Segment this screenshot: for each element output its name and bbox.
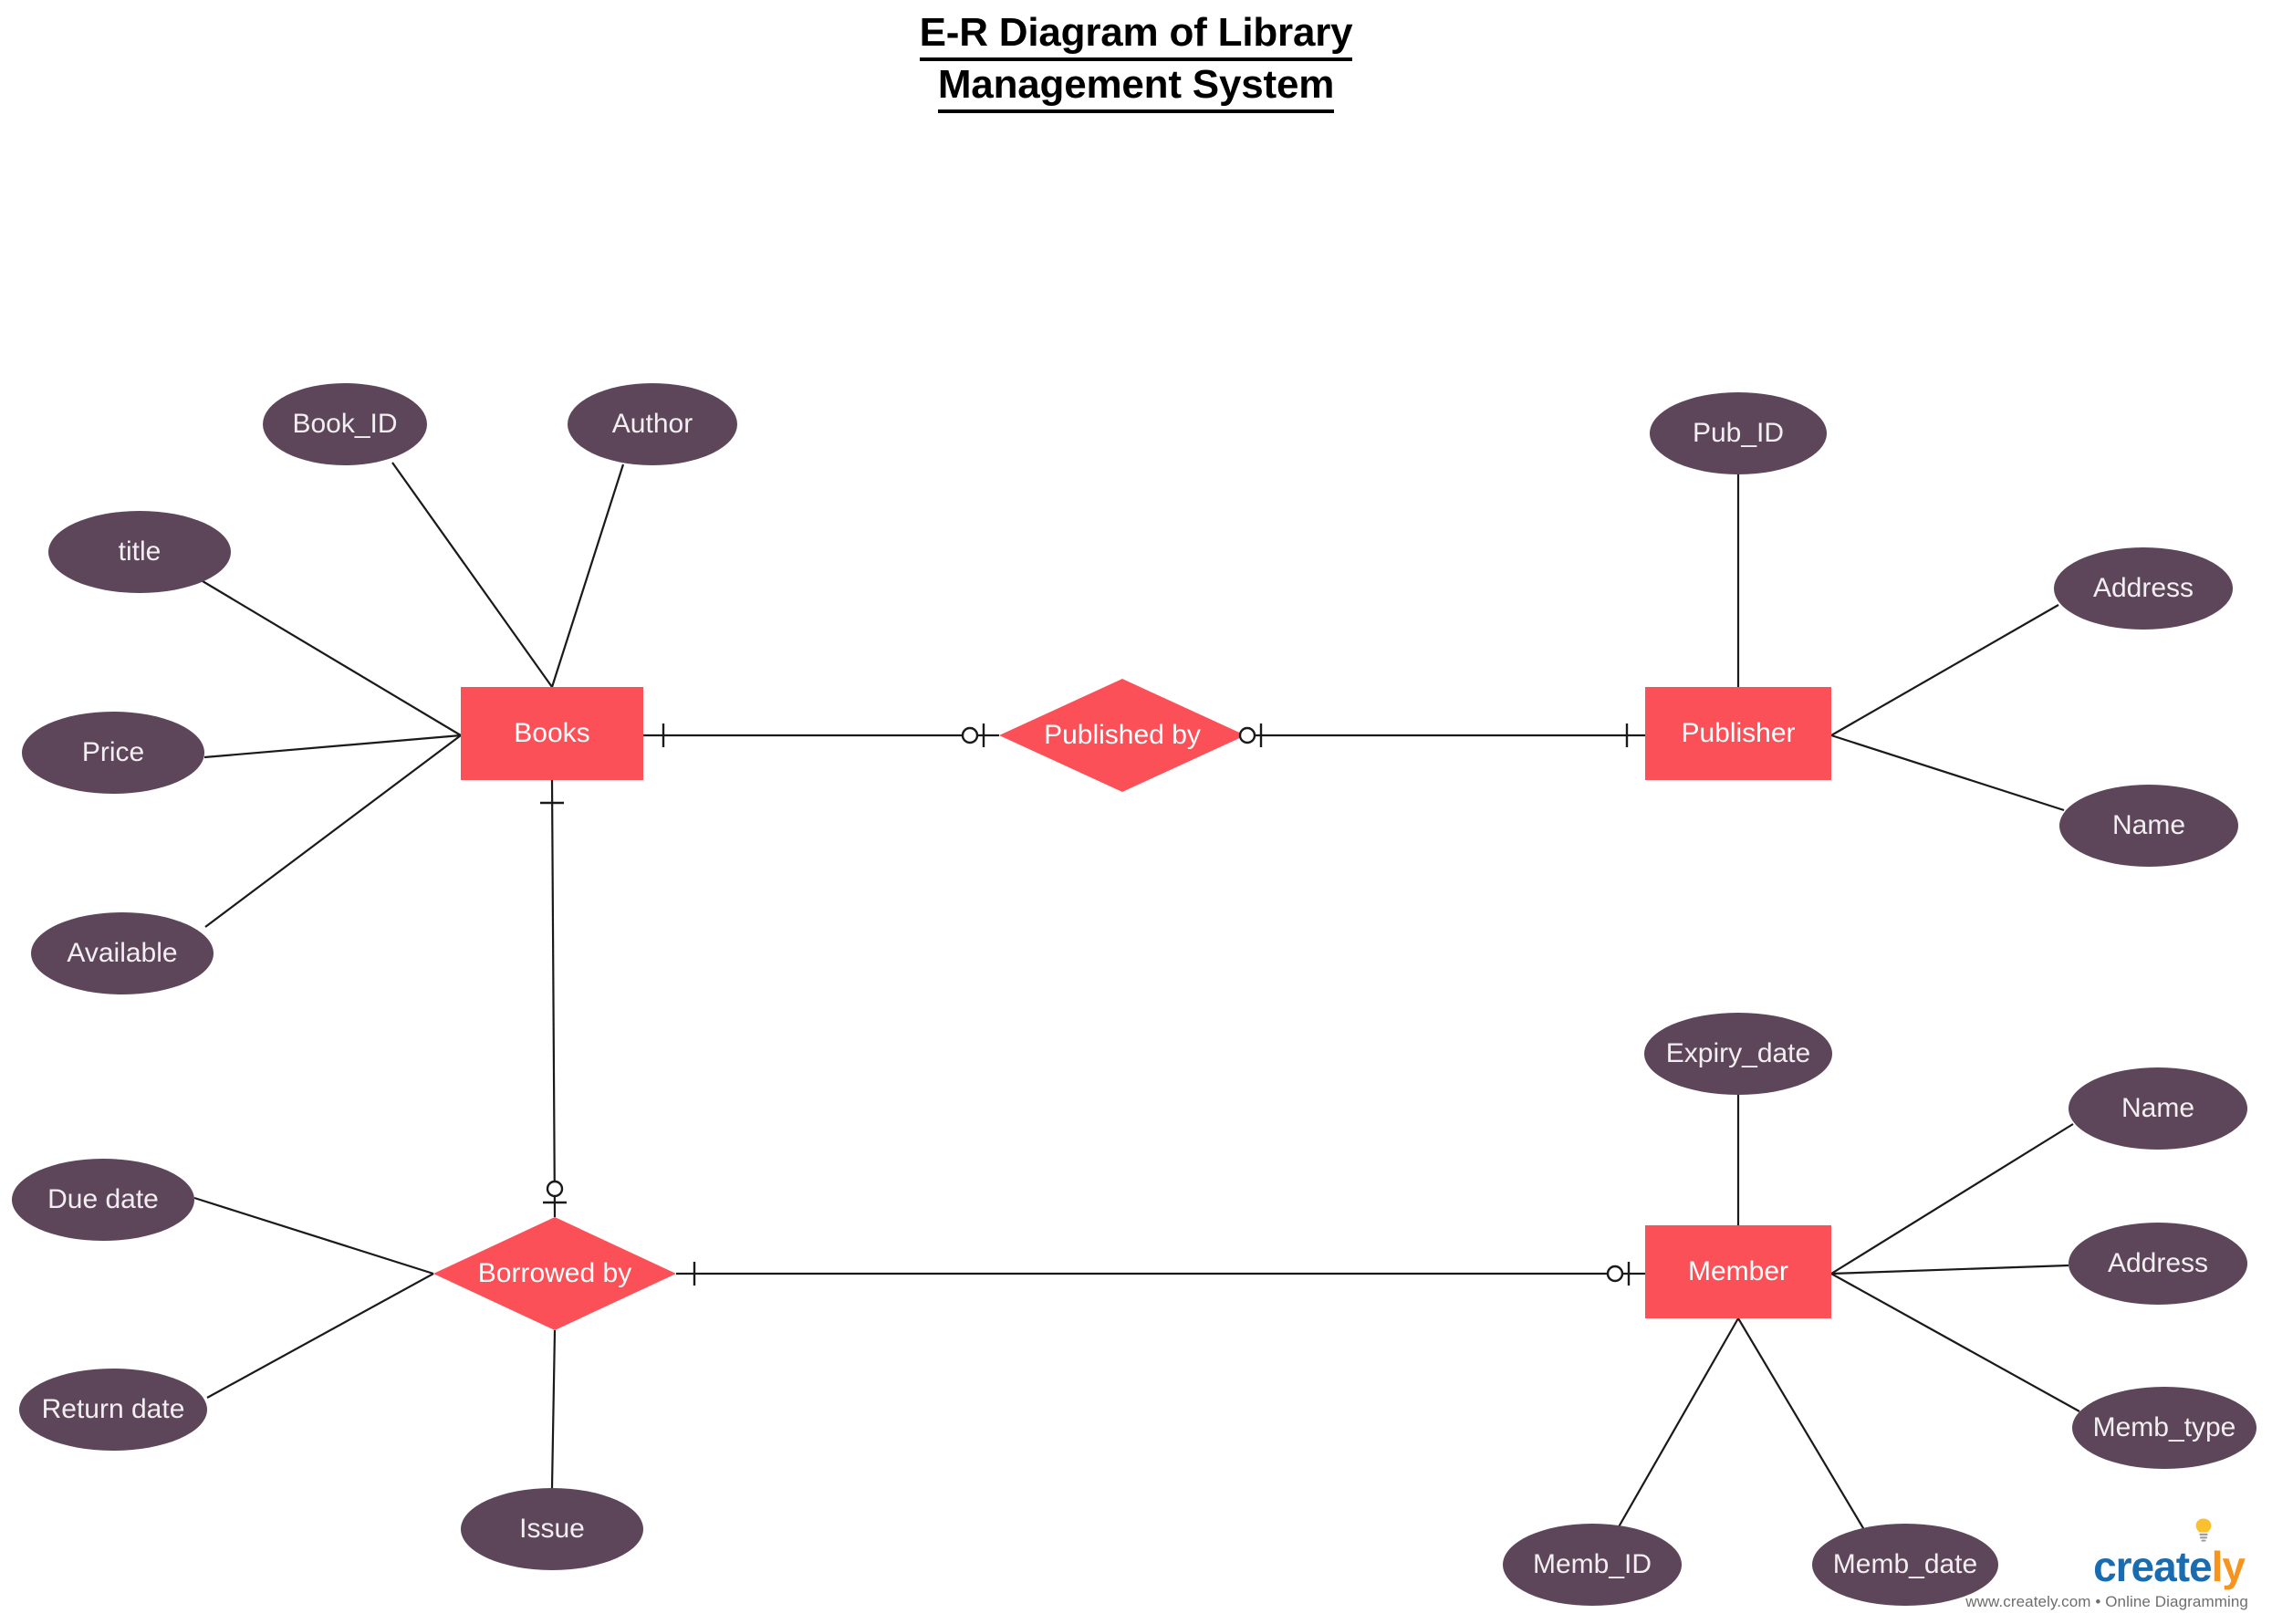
connector-line — [550, 463, 625, 688]
attribute-label-memb_type: Memb_type — [2093, 1412, 2236, 1442]
connector-line — [1830, 734, 2065, 812]
shape-label-layer: Book_ID Author title Price Available Pub_ID Ad… — [42, 409, 2236, 1579]
zero-circle — [1606, 1265, 1624, 1283]
connector-line — [1737, 1317, 1867, 1534]
cardinality-marker-layer — [540, 724, 1631, 1286]
attribute-label-mem_name: Name — [2121, 1093, 2194, 1123]
connector-line — [193, 1196, 434, 1275]
connector-line — [1830, 1264, 2069, 1275]
connector-line — [1616, 1317, 1739, 1531]
relationship-label-borrowed_by: Borrowed by — [478, 1258, 631, 1288]
attribute-label-issue: Issue — [519, 1514, 585, 1544]
attribute-label-pub_id: Pub_ID — [1693, 418, 1784, 448]
entity-label-member: Member — [1688, 1256, 1788, 1286]
attribute-label-available: Available — [67, 938, 177, 968]
connector-line — [202, 580, 462, 736]
attribute-label-mem_address: Address — [2108, 1248, 2208, 1278]
zero-circle — [961, 726, 979, 744]
er-diagram-canvas: Book_ID Author title Price Available Pub_ID Ad… — [0, 0, 2272, 1624]
attribute-label-due_date: Due date — [47, 1184, 159, 1214]
attribute-label-pub_address: Address — [2093, 573, 2194, 603]
attribute-label-memb_id: Memb_ID — [1533, 1549, 1652, 1579]
relationship-label-published_by: Published by — [1044, 720, 1201, 750]
entity-label-books: Books — [514, 718, 589, 748]
attribute-label-title: title — [119, 536, 162, 567]
diagram-svg: Book_ID Author title Price Available Pub_ID Ad… — [12, 383, 2256, 1606]
connector-line — [1830, 604, 2059, 736]
attribute-label-memb_date: Memb_date — [1833, 1549, 1977, 1579]
entity-label-publisher: Publisher — [1681, 718, 1795, 748]
attribute-label-expiry_date: Expiry_date — [1666, 1038, 1810, 1068]
connector-line — [204, 734, 462, 928]
connector-line — [1830, 1273, 2080, 1412]
attribute-label-return_date: Return date — [42, 1394, 185, 1424]
connector-line — [203, 734, 462, 759]
attribute-label-price: Price — [82, 737, 144, 767]
zero-circle — [1238, 726, 1256, 744]
zero-circle — [546, 1180, 564, 1198]
connector-line — [391, 462, 553, 688]
attribute-label-author: Author — [612, 409, 693, 439]
connector-line — [550, 779, 557, 1218]
shape-layer — [12, 383, 2256, 1606]
attribute-label-pub_name: Name — [2112, 810, 2185, 840]
connector-layer — [193, 462, 2080, 1534]
connector-line — [206, 1273, 434, 1399]
connector-line — [1830, 1123, 2074, 1275]
connector-line — [550, 1329, 557, 1489]
attribute-label-book_id: Book_ID — [292, 409, 397, 439]
